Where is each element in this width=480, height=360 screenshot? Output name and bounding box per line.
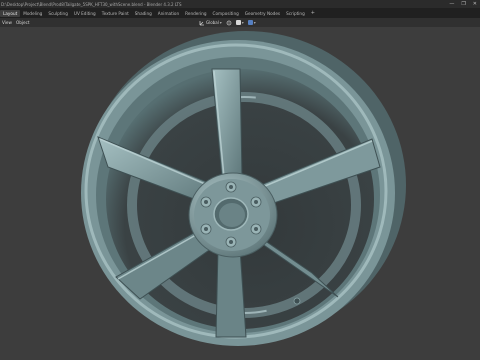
transform-orientation-dropdown[interactable]: Global ▾ xyxy=(198,19,223,26)
tab-geometry-nodes[interactable]: Geometry Nodes xyxy=(242,10,283,17)
tab-shading[interactable]: Shading xyxy=(132,10,155,17)
chevron-down-icon: ▾ xyxy=(241,20,244,25)
window-controls: — ❐ ✕ xyxy=(449,0,477,8)
valve-stem-hole xyxy=(293,297,301,305)
tab-sculpting[interactable]: Sculpting xyxy=(45,10,71,17)
snap-button[interactable]: ▾ xyxy=(235,19,245,26)
snap-icon xyxy=(235,20,241,25)
pivot-icon xyxy=(226,20,232,25)
menu-object[interactable]: Object xyxy=(16,20,30,25)
tab-uv-editing[interactable]: UV Editing xyxy=(71,10,99,17)
tab-layout[interactable]: Layout xyxy=(0,9,21,17)
tab-animation[interactable]: Animation xyxy=(155,10,182,17)
menu-view[interactable]: View xyxy=(2,20,12,25)
minimize-icon[interactable]: — xyxy=(449,1,454,7)
close-icon[interactable]: ✕ xyxy=(473,1,477,7)
maximize-icon[interactable]: ❐ xyxy=(461,1,465,7)
proportional-edit-button[interactable]: ▾ xyxy=(247,19,257,26)
proportional-icon xyxy=(247,20,253,25)
transform-orientation-icon xyxy=(199,20,204,25)
center-bore-inner xyxy=(219,203,245,227)
workspace-tabs: Layout Modeling Sculpting UV Editing Tex… xyxy=(0,8,318,18)
workspace-topbar: Layout Modeling Sculpting UV Editing Tex… xyxy=(0,8,480,24)
pivot-button[interactable] xyxy=(225,19,233,26)
tab-compositing[interactable]: Compositing xyxy=(210,10,242,17)
viewport-tools: Global ▾ ▾ ▾ xyxy=(198,19,257,26)
3d-viewport[interactable] xyxy=(0,27,480,360)
orientation-label: Global xyxy=(206,20,219,25)
viewport-menu: View Object xyxy=(2,19,30,26)
add-workspace-button[interactable]: + xyxy=(308,10,318,16)
tab-modeling[interactable]: Modeling xyxy=(20,10,45,17)
tab-scripting[interactable]: Scripting xyxy=(283,10,308,17)
window-title: D:\Desktop\Project\Blend\Prod8\Tailgate_… xyxy=(1,1,182,7)
chevron-down-icon: ▾ xyxy=(253,20,256,25)
tab-rendering[interactable]: Rendering xyxy=(182,10,209,17)
viewport-header: View Object Global ▾ ▾ ▾ xyxy=(0,18,480,27)
window-titlebar: D:\Desktop\Project\Blend\Prod8\Tailgate_… xyxy=(0,0,480,8)
wheel-rim-render xyxy=(81,31,406,346)
tab-texture-paint[interactable]: Texture Paint xyxy=(99,10,132,17)
chevron-down-icon: ▾ xyxy=(219,20,222,25)
